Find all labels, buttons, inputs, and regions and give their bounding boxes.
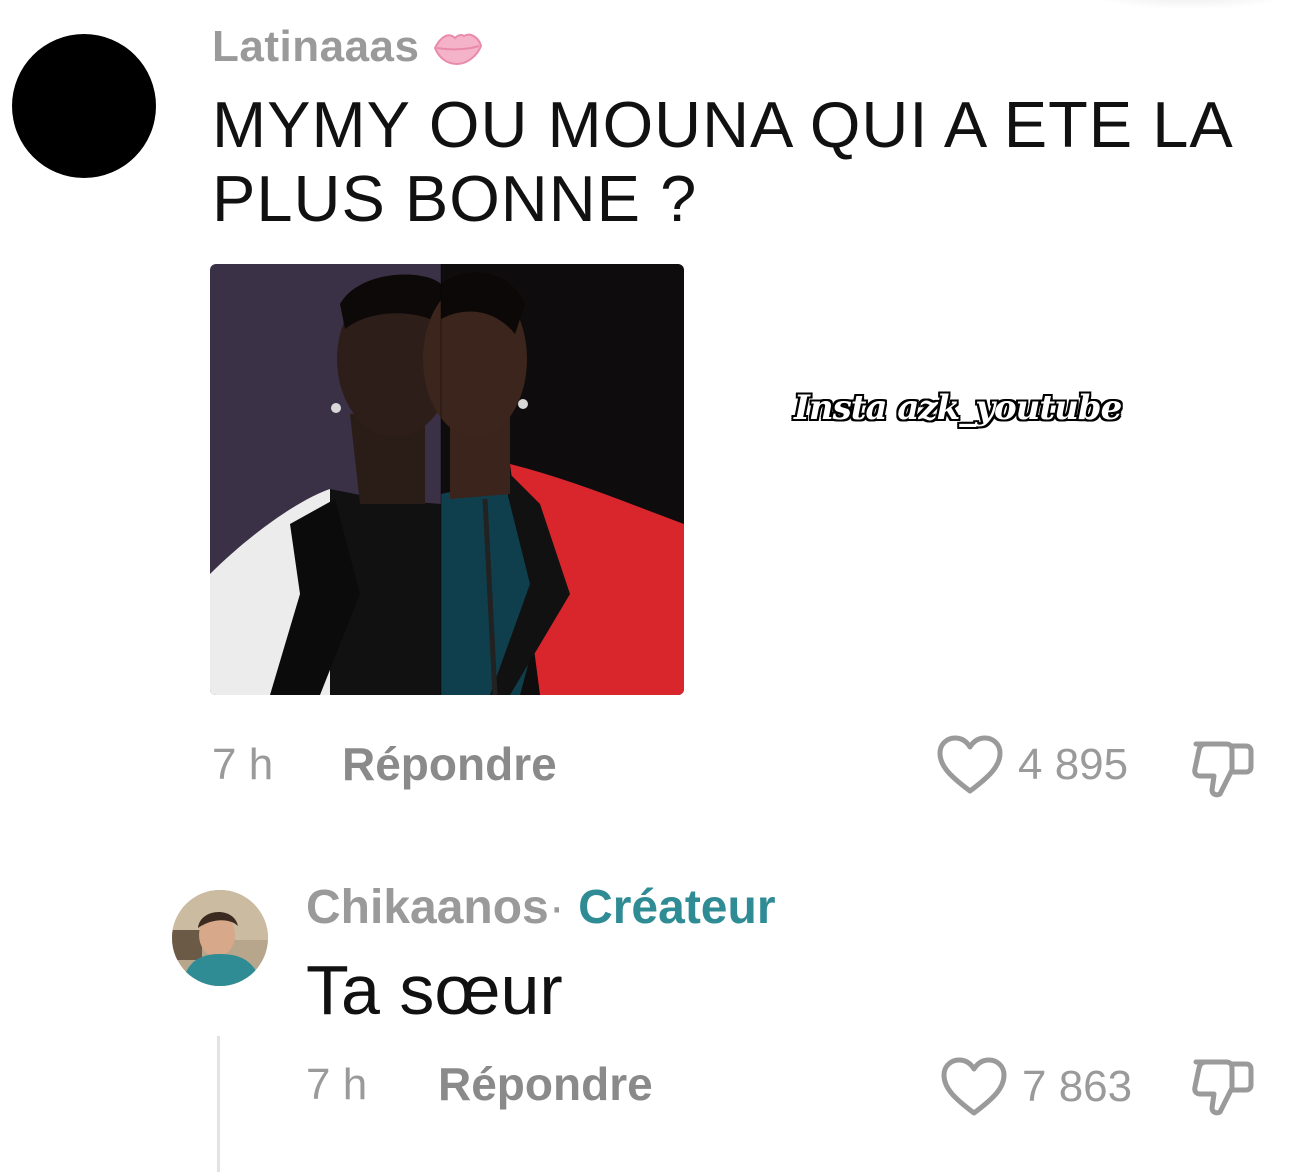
comment-text: MYMY OU MOUNA QUI A ETE LA PLUS BONNE ? <box>212 88 1231 235</box>
username-text: Latinaaas <box>212 22 420 71</box>
reply-username[interactable]: Chikaanos <box>306 881 549 934</box>
creator-badge: Créateur <box>578 881 776 934</box>
comment-image[interactable] <box>210 264 684 695</box>
dislike-icon[interactable] <box>1190 1054 1256 1120</box>
lips-icon <box>433 26 483 68</box>
separator: · <box>548 881 565 934</box>
reply-button[interactable]: Répondre <box>342 737 557 791</box>
like-count: 4 895 <box>1018 740 1129 789</box>
top-shadow <box>1080 0 1290 10</box>
thread-line <box>217 1036 220 1172</box>
like-button[interactable]: 4 895 <box>936 734 1128 796</box>
reply-time: 7 h <box>306 1060 368 1109</box>
heart-icon <box>936 734 1004 796</box>
reply-text: Ta sœur <box>306 951 563 1029</box>
reply-avatar[interactable] <box>172 890 268 986</box>
reply-username-line: Chikaanos· Créateur <box>306 880 776 935</box>
heart-icon <box>940 1056 1008 1118</box>
avatar[interactable] <box>12 34 156 178</box>
reply-like-count: 7 863 <box>1022 1062 1133 1111</box>
watermark: Insta azk_youtube <box>794 388 1122 428</box>
dislike-icon[interactable] <box>1190 736 1256 802</box>
reply-like-button[interactable]: 7 863 <box>940 1056 1132 1118</box>
reply-reply-button[interactable]: Répondre <box>438 1057 653 1111</box>
comment-time: 7 h <box>212 740 274 789</box>
comment-username[interactable]: Latinaaas <box>212 22 483 72</box>
